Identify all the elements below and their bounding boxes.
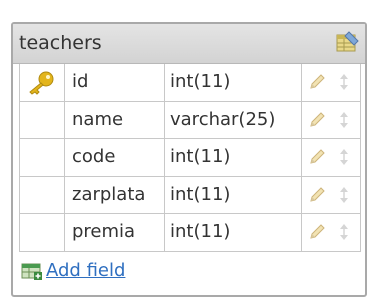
field-actions xyxy=(302,101,361,138)
field-list: id int(11) name varchar(25) code int(11)… xyxy=(19,64,361,252)
key-cell xyxy=(19,64,65,101)
pencil-icon[interactable] xyxy=(308,148,326,166)
add-field-link[interactable]: Add field xyxy=(46,260,125,281)
up-down-arrows-icon[interactable] xyxy=(338,222,350,242)
key-cell xyxy=(19,101,65,138)
field-actions xyxy=(302,64,361,101)
table-title: teachers xyxy=(19,32,102,54)
field-type[interactable]: int(11) xyxy=(165,214,302,251)
up-down-arrows-icon[interactable] xyxy=(338,72,350,92)
field-name[interactable]: zarplata xyxy=(65,176,165,213)
pencil-icon[interactable] xyxy=(308,73,326,91)
key-cell xyxy=(19,214,65,251)
field-row: name varchar(25) xyxy=(19,101,361,139)
up-down-arrows-icon[interactable] xyxy=(338,110,350,130)
up-down-arrows-icon[interactable] xyxy=(338,147,350,167)
pencil-icon[interactable] xyxy=(308,223,326,241)
field-name[interactable]: premia xyxy=(65,214,165,251)
key-icon xyxy=(29,71,54,95)
field-row: id int(11) xyxy=(19,64,361,102)
field-row: premia int(11) xyxy=(19,214,361,252)
field-name[interactable]: name xyxy=(65,101,165,138)
table-header[interactable]: teachers xyxy=(13,24,365,64)
pencil-icon[interactable] xyxy=(308,111,326,129)
field-type[interactable]: int(11) xyxy=(165,64,302,101)
field-actions xyxy=(302,176,361,213)
field-actions xyxy=(302,214,361,251)
field-actions xyxy=(302,139,361,176)
field-row: code int(11) xyxy=(19,139,361,177)
field-type[interactable]: int(11) xyxy=(165,176,302,213)
key-cell xyxy=(19,139,65,176)
up-down-arrows-icon[interactable] xyxy=(338,185,350,205)
field-type[interactable]: int(11) xyxy=(165,139,302,176)
field-row: zarplata int(11) xyxy=(19,176,361,214)
field-name[interactable]: code xyxy=(65,139,165,176)
key-cell xyxy=(19,176,65,213)
table-icon[interactable] xyxy=(334,30,360,56)
add-field-icon[interactable] xyxy=(21,261,43,281)
field-type[interactable]: varchar(25) xyxy=(165,101,302,138)
pencil-icon[interactable] xyxy=(308,186,326,204)
table-card: teachers id int(11) name varchar(25) cod… xyxy=(11,22,367,297)
table-footer: Add field xyxy=(19,252,361,292)
field-name[interactable]: id xyxy=(65,64,165,101)
